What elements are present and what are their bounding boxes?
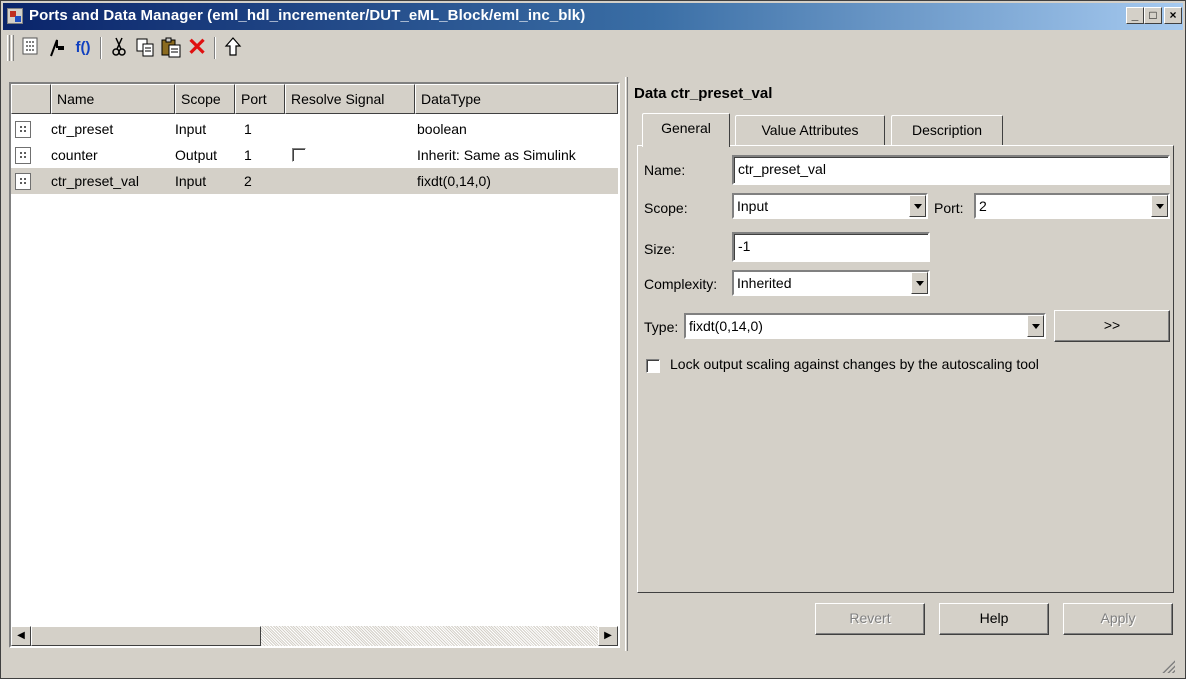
column-header-name[interactable]: Name	[51, 84, 175, 114]
chevron-down-icon[interactable]	[1151, 195, 1168, 217]
chevron-down-icon[interactable]	[1027, 315, 1044, 337]
apply-button[interactable]: Apply	[1063, 603, 1173, 635]
scroll-thumb[interactable]	[31, 626, 261, 646]
name-label: Name:	[644, 162, 686, 178]
app-icon	[7, 8, 23, 24]
port-select[interactable]: 2	[974, 193, 1170, 219]
column-header-datatype[interactable]: DataType	[415, 84, 618, 114]
port-value: 2	[979, 198, 987, 214]
data-icon	[15, 147, 31, 164]
row-scope: Input	[175, 173, 207, 189]
function-icon[interactable]: f()	[70, 36, 96, 60]
row-port: 1	[244, 121, 252, 137]
column-header-resolve-signal[interactable]: Resolve Signal	[285, 84, 415, 114]
ports-and-data-manager-window: Ports and Data Manager (eml_hdl_incremen…	[0, 0, 1186, 679]
data-list-panel: Name Scope Port Resolve Signal DataType …	[9, 82, 620, 648]
horizontal-scrollbar[interactable]: ◀ ▶	[11, 626, 618, 646]
minimize-button[interactable]: _	[1126, 7, 1144, 24]
row-name: ctr_preset_val	[51, 173, 139, 189]
resolve-signal-checkbox[interactable]	[292, 148, 306, 162]
lock-scaling-label: Lock output scaling against changes by t…	[670, 356, 1039, 372]
lock-scaling-checkbox[interactable]	[646, 359, 660, 373]
column-header-icon[interactable]	[11, 84, 51, 114]
scroll-left-icon[interactable]: ◀	[11, 626, 31, 646]
column-header-port[interactable]: Port	[235, 84, 285, 114]
table-row[interactable]: counter Output 1 Inherit: Same as Simuli…	[11, 142, 618, 168]
paste-icon[interactable]	[158, 36, 184, 60]
complexity-label: Complexity:	[644, 276, 718, 292]
title-bar[interactable]: Ports and Data Manager (eml_hdl_incremen…	[3, 3, 1183, 30]
toolbar-separator	[100, 37, 102, 59]
chevron-down-icon[interactable]	[909, 195, 926, 217]
scope-value: Input	[737, 198, 769, 214]
size-field[interactable]: -1	[732, 232, 930, 262]
data-header: Data ctr_preset_val	[634, 85, 773, 102]
type-select[interactable]: fixdt(0,14,0)	[684, 313, 1046, 339]
add-data-icon[interactable]	[17, 36, 43, 60]
tab-general[interactable]: General	[642, 113, 730, 147]
row-port: 2	[244, 173, 252, 189]
data-type-assistant-button[interactable]: >>	[1054, 310, 1170, 342]
name-field[interactable]: ctr_preset_val	[732, 155, 1170, 185]
row-scope: Output	[175, 147, 218, 163]
table-row[interactable]: ctr_preset Input 1 boolean	[11, 116, 618, 142]
type-value: fixdt(0,14,0)	[689, 318, 763, 334]
size-label: Size:	[644, 241, 676, 257]
revert-button[interactable]: Revert	[815, 603, 925, 635]
complexity-select[interactable]: Inherited	[732, 270, 930, 296]
table-row-selected[interactable]: ctr_preset_val Input 2 fixdt(0,14,0)	[11, 168, 618, 194]
tab-description[interactable]: Description	[891, 115, 1003, 145]
toolbar: f() ✕	[5, 33, 1181, 63]
row-port: 1	[244, 147, 252, 163]
row-name: counter	[51, 147, 98, 163]
close-button[interactable]: ×	[1164, 7, 1182, 24]
up-icon[interactable]	[220, 36, 246, 60]
row-datatype: Inherit: Same as Simulink	[417, 147, 576, 163]
toolbar-separator	[214, 37, 216, 59]
scope-label: Scope:	[644, 200, 688, 216]
data-icon	[15, 121, 31, 138]
data-icon	[15, 173, 31, 190]
column-header-scope[interactable]: Scope	[175, 84, 235, 114]
row-datatype: boolean	[417, 121, 467, 137]
cut-icon[interactable]	[106, 36, 132, 60]
type-label: Type:	[644, 319, 679, 335]
scope-select[interactable]: Input	[732, 193, 928, 219]
maximize-button[interactable]: □	[1144, 7, 1162, 24]
resize-grip-icon[interactable]	[1161, 659, 1175, 673]
toolbar-grip[interactable]	[11, 35, 14, 61]
help-button[interactable]: Help	[939, 603, 1049, 635]
complexity-value: Inherited	[737, 275, 792, 291]
add-event-icon[interactable]	[44, 36, 70, 60]
general-tab-content: Name: ctr_preset_val Scope: Input Port: …	[637, 145, 1174, 593]
row-scope: Input	[175, 121, 207, 137]
list-header: Name Scope Port Resolve Signal DataType	[11, 84, 618, 114]
copy-icon[interactable]	[132, 36, 158, 60]
panel-splitter[interactable]	[625, 77, 628, 651]
row-name: ctr_preset	[51, 121, 114, 137]
status-bar	[5, 657, 1181, 677]
tab-value-attributes[interactable]: Value Attributes	[735, 115, 885, 145]
row-datatype: fixdt(0,14,0)	[417, 173, 491, 189]
port-label: Port:	[934, 200, 964, 216]
chevron-down-icon[interactable]	[911, 272, 928, 294]
delete-icon[interactable]: ✕	[184, 36, 210, 60]
scroll-right-icon[interactable]: ▶	[598, 626, 618, 646]
toolbar-grip[interactable]	[7, 35, 10, 61]
window-title: Ports and Data Manager (eml_hdl_incremen…	[29, 7, 586, 24]
